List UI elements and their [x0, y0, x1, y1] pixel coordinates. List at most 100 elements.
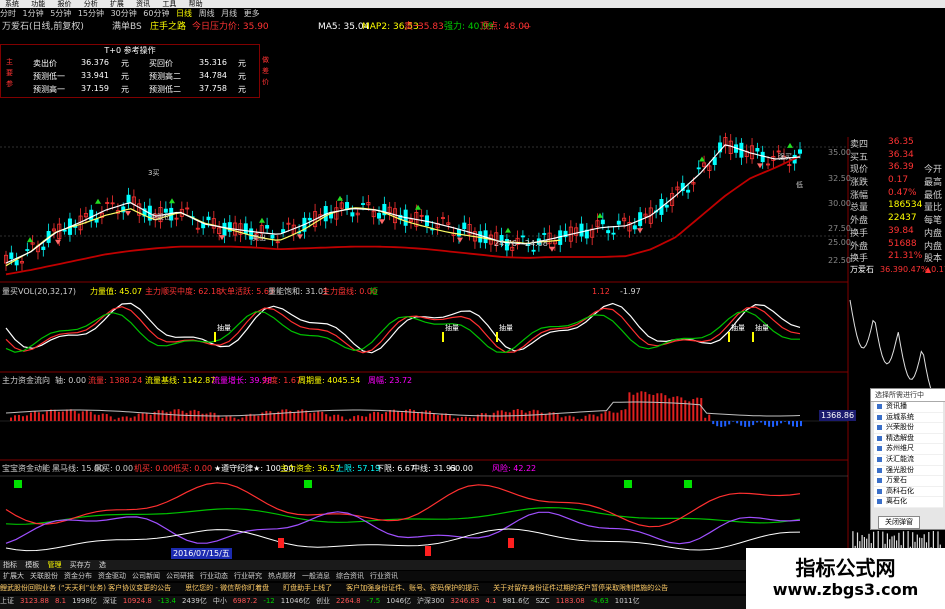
flow-bar	[261, 412, 264, 421]
popup-stock-item[interactable]: 资讯播	[874, 402, 943, 413]
popup-stock-item[interactable]: 强光股份	[874, 465, 943, 477]
info-link[interactable]: 热点题材	[268, 572, 296, 580]
sell-arrow-icon	[637, 228, 643, 234]
flow-bar	[293, 412, 296, 421]
info-link[interactable]: 一般消息	[302, 572, 330, 580]
flow-bar	[448, 415, 451, 421]
candle-body	[361, 203, 366, 205]
quote-panel: 卖四 36.35 买五 36.34 现价 36.39 今开 涨跌 0.17 最高 涨幅 0.47% 最低…	[848, 137, 945, 264]
popup-item-label: 高科石化	[886, 486, 914, 495]
popup-stock-item[interactable]: 沃汇能流	[874, 454, 943, 466]
status-value: 沪深300	[417, 597, 445, 605]
flow-bar	[596, 416, 599, 421]
status-value: SZC	[535, 597, 550, 605]
candle-body	[696, 167, 701, 170]
sell-arrow-icon	[55, 239, 61, 245]
info-link[interactable]: 行业研究	[234, 572, 262, 580]
ma-red-line	[5, 155, 801, 276]
flow-bar	[788, 421, 791, 425]
flow-bar	[792, 421, 795, 427]
flow-bar	[377, 412, 380, 421]
tab-select[interactable]: 选	[99, 561, 106, 569]
flow-bar	[381, 413, 384, 421]
info-link[interactable]: 扩展大	[3, 572, 24, 580]
popup-stock-item[interactable]: 万爱石	[874, 476, 943, 487]
flow-bar	[109, 416, 112, 421]
ticker-item[interactable]: 思忆您的 - 微信帮你盯着盘	[185, 584, 269, 592]
flow-bar	[133, 416, 136, 421]
flow-bar	[668, 398, 671, 421]
kdj-title: 宝宝资金动能	[2, 464, 50, 473]
popup-stock-item[interactable]: 精选解盘	[874, 433, 943, 445]
flow-bar	[632, 394, 635, 421]
popup-list: 资讯播运城系统 兴荣股份 精选解盘 苏州维尺 沃汇能流 强光股份 万爱石 高科石化离石化	[871, 402, 945, 508]
candle-body	[686, 189, 691, 193]
kdj-red-line	[5, 482, 801, 528]
flow-bar	[772, 421, 775, 427]
quote-row: 总量 186534 量比	[848, 200, 945, 213]
candle-body	[632, 225, 637, 230]
tab-manage[interactable]: 管理	[47, 561, 61, 569]
candle-body	[126, 194, 131, 203]
popup-stock-item[interactable]: 兴荣股份	[874, 423, 943, 434]
popup-stock-item[interactable]: 离石化	[874, 497, 943, 508]
kdj-item: 风险: 42.22	[492, 464, 537, 473]
signal-label: 卖出	[252, 233, 266, 242]
flow-bar	[45, 411, 48, 421]
flow-bar	[764, 421, 767, 426]
vol-right-value: 1.12	[592, 287, 610, 296]
info-link[interactable]: 公司新闻	[132, 572, 160, 580]
vol-badge-label: 抽量	[445, 323, 459, 332]
tab-buy[interactable]: 买存方	[70, 561, 91, 569]
quote-value: 51688	[888, 238, 917, 249]
quote-label-right: 股本	[924, 254, 943, 265]
ticker-item[interactable]: 盯盘助手上线了	[283, 584, 332, 592]
popup-stock-item[interactable]: 高科石化	[874, 486, 943, 498]
quote-label: 换手	[850, 254, 869, 265]
main-chart-canvas: 35.00 32.50 30.00 27.50 25.00 22.50 24.7…	[0, 132, 941, 556]
info-link[interactable]: 综合资讯	[336, 572, 364, 580]
candle-body	[206, 216, 211, 221]
flow-bar	[740, 421, 743, 426]
flow-bar	[756, 421, 759, 423]
info-link[interactable]: 公司研报	[166, 572, 194, 580]
candle-body	[307, 217, 312, 221]
flow-bar	[157, 410, 160, 421]
flow-bar	[784, 421, 787, 422]
tab-indicator[interactable]: 指标	[3, 561, 17, 569]
ticker-item[interactable]: 关于对留存身份证件过期的客户暂停采取限制措施的公告	[493, 584, 668, 592]
info-link[interactable]: 关联股份	[30, 572, 58, 580]
flow-bar	[93, 414, 96, 421]
kdj-buy-marker	[304, 480, 312, 488]
flow-bar	[337, 414, 340, 421]
tab-template[interactable]: 模板	[25, 561, 39, 569]
quote-label-right: 每笔	[924, 216, 943, 227]
info-link[interactable]: 行业资讯	[370, 572, 398, 580]
info-link[interactable]: 行业动态	[200, 572, 228, 580]
popup-title: 选择所需进行中	[871, 389, 945, 402]
flow-item: 流量基线: 1142.87	[145, 376, 216, 385]
flow-bar	[576, 419, 579, 421]
popup-item-label: 离石化	[886, 497, 907, 506]
status-value: 2264.8	[336, 597, 361, 605]
status-value: -12	[263, 597, 275, 605]
info-link[interactable]: 资金分布	[64, 572, 92, 580]
status-value: 11046亿	[280, 597, 311, 605]
popup-item-label: 资讯播	[886, 402, 907, 410]
flow-bar	[588, 414, 591, 421]
flow-bar	[760, 421, 763, 423]
info-link[interactable]: 资金驱动	[98, 572, 126, 580]
flow-bar	[9, 417, 12, 421]
candle-body	[600, 219, 605, 225]
ticker-item[interactable]: 客户加强身份证件、账号、密码保护的提示	[346, 584, 479, 592]
close-popup-button[interactable]: 关闭弹窗	[878, 516, 920, 529]
flow-bar	[385, 412, 388, 421]
popup-stock-item[interactable]: 运城系统	[874, 412, 943, 424]
flow-bar	[257, 415, 260, 421]
candle-body	[9, 252, 14, 259]
popup-stock-item[interactable]: 苏州维尺	[874, 444, 943, 455]
flow-bar	[724, 421, 727, 427]
ticker-item[interactable]: 鲤武股份回购业务 (“天天利”业务) 客户协议变更的公告	[0, 584, 171, 592]
flow-bar	[776, 421, 779, 426]
flow-bar	[85, 410, 88, 421]
